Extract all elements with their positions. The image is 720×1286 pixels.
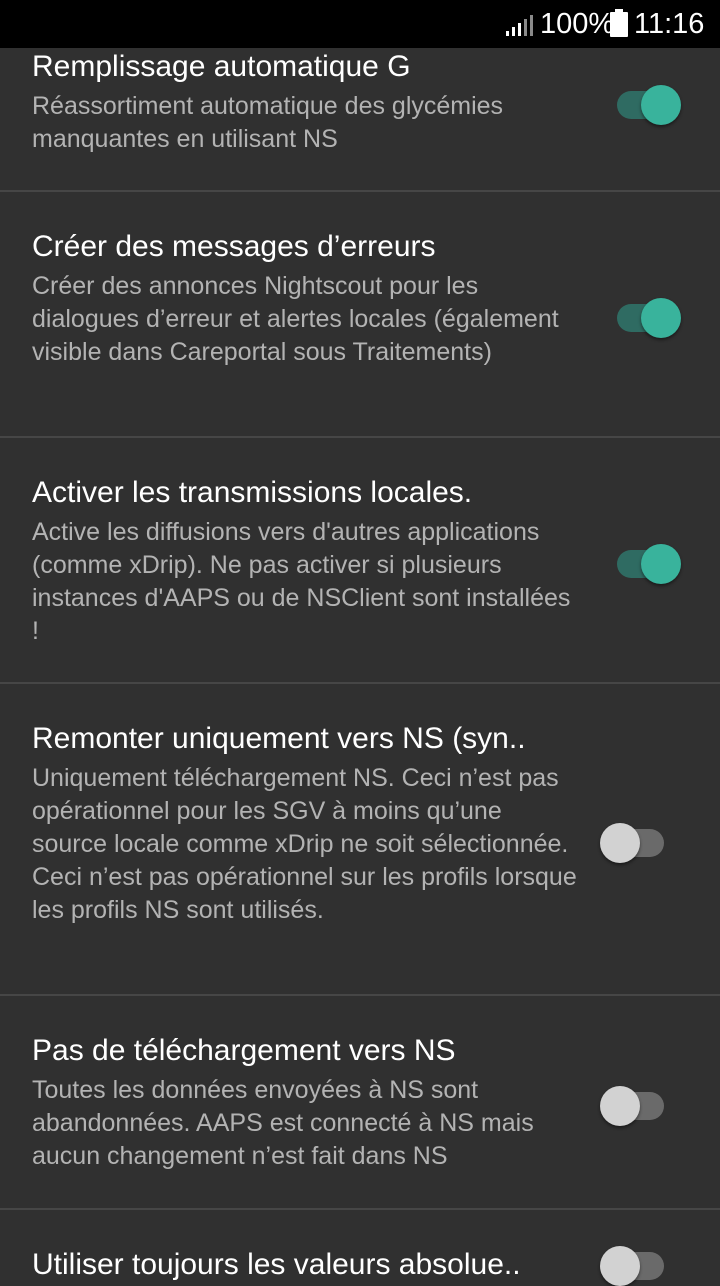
toggle-switch[interactable] [600, 816, 668, 863]
clock: 11:16 [634, 8, 705, 40]
pref-autofill-bg[interactable]: Remplissage automatique G Réassortiment … [0, 48, 720, 192]
pref-title: Remonter uniquement vers NS (syn.. [32, 722, 526, 755]
switch-thumb [641, 298, 681, 338]
pref-title: Pas de téléchargement vers NS [32, 1034, 456, 1067]
pref-summary: Réassortiment automatique des glycémies … [32, 92, 504, 153]
pref-summary: Toutes les données envoyées à NS sont ab… [32, 1076, 534, 1170]
switch-thumb [641, 85, 681, 125]
switch-thumb [641, 544, 681, 584]
toggle-switch[interactable] [615, 537, 683, 584]
pref-local-broadcasts[interactable]: Activer les transmissions locales. Activ… [0, 438, 720, 684]
pref-title: Activer les transmissions locales. [32, 476, 473, 509]
battery-percentage: 100% [540, 8, 615, 40]
pref-title: Créer des messages d’erreurs [32, 230, 436, 263]
switch-thumb [600, 1086, 640, 1126]
switch-thumb [600, 823, 640, 863]
pref-no-upload-to-ns[interactable]: Pas de téléchargement vers NS Toutes les… [0, 996, 720, 1210]
battery-icon [610, 9, 628, 37]
pref-title: Remplissage automatique G [32, 50, 411, 83]
switch-thumb [600, 1246, 640, 1286]
pref-summary: Active les diffusions vers d'autres appl… [32, 518, 571, 645]
toggle-switch[interactable] [615, 78, 683, 125]
toggle-switch[interactable] [600, 1079, 668, 1126]
pref-always-absolute-values[interactable]: Utiliser toujours les valeurs absolue.. [0, 1210, 720, 1286]
toggle-switch[interactable] [600, 1239, 668, 1286]
pref-create-error-announcements[interactable]: Créer des messages d’erreurs Créer des a… [0, 192, 720, 438]
pref-ns-upload-only[interactable]: Remonter uniquement vers NS (syn.. Uniqu… [0, 684, 720, 996]
pref-summary: Uniquement téléchargement NS. Ceci n’est… [32, 764, 577, 924]
pref-title: Utiliser toujours les valeurs absolue.. [32, 1248, 521, 1281]
status-bar: 100% 11:16 [0, 0, 720, 48]
pref-summary: Créer des annonces Nightscout pour les d… [32, 272, 559, 366]
toggle-switch[interactable] [615, 291, 683, 338]
signal-icon [506, 15, 533, 36]
